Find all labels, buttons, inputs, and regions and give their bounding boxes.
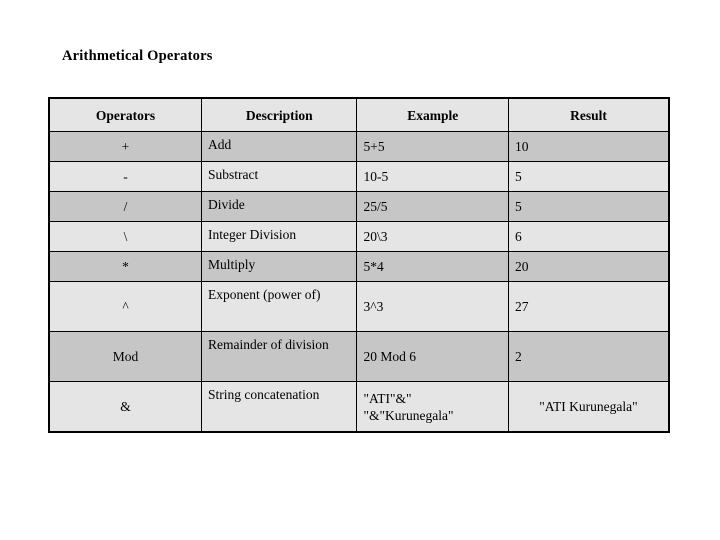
cell-example-line-1: "ATI"&" [363,390,412,406]
cell-result: 20 [507,251,670,282]
cell-operator: Mod [48,331,202,382]
cell-description: Integer Division [200,221,358,252]
cell-description: Substract [200,161,358,192]
column-header-result: Result [507,97,670,132]
cell-description: Divide [200,191,358,222]
cell-example: 5+5 [356,131,509,162]
cell-description: Exponent (power of) [200,281,358,332]
cell-description: String concatenation [200,381,358,433]
table-row: + Add 5+5 10 [48,131,670,162]
cell-result: "ATI Kurunegala" [507,381,670,433]
cell-operator: \ [48,221,202,252]
cell-result: 5 [507,191,670,222]
cell-operator: - [48,161,202,192]
cell-example: 25/5 [356,191,509,222]
table-row: / Divide 25/5 5 [48,191,670,222]
cell-operator: * [48,251,202,282]
page-title: Arithmetical Operators [62,48,213,64]
cell-example: "ATI"&" "&"Kurunegala" [356,381,509,433]
column-header-example: Example [356,97,509,132]
cell-description: Add [200,131,358,162]
table-row: Mod Remainder of division 20 Mod 6 2 [48,331,670,382]
cell-example: 20 Mod 6 [356,331,509,382]
arithmetical-operators-table: Operators Description Example Result + A… [48,97,670,433]
table-row: - Substract 10-5 5 [48,161,670,192]
cell-operator: / [48,191,202,222]
cell-result: 27 [507,281,670,332]
cell-operator: + [48,131,202,162]
cell-description: Remainder of division [200,331,358,382]
table-row: \ Integer Division 20\3 6 [48,221,670,252]
cell-example: 10-5 [356,161,509,192]
cell-example: 5*4 [356,251,509,282]
table-row: ^ Exponent (power of) 3^3 27 [48,281,670,332]
table-row: & String concatenation "ATI"&" "&"Kurune… [48,381,670,433]
cell-example: 20\3 [356,221,509,252]
cell-description: Multiply [200,251,358,282]
table-row: * Multiply 5*4 20 [48,251,670,282]
cell-example: 3^3 [356,281,509,332]
column-header-description: Description [200,97,358,132]
cell-operator: & [48,381,202,433]
slide-canvas: Arithmetical Operators Operators Descrip… [0,0,720,540]
cell-result: 2 [507,331,670,382]
column-header-operators: Operators [48,97,202,132]
cell-result: 6 [507,221,670,252]
cell-operator: ^ [48,281,202,332]
cell-example-line-2: "&"Kurunegala" [363,407,454,423]
cell-result: 5 [507,161,670,192]
cell-result: 10 [507,131,670,162]
table-header-row: Operators Description Example Result [48,97,670,132]
